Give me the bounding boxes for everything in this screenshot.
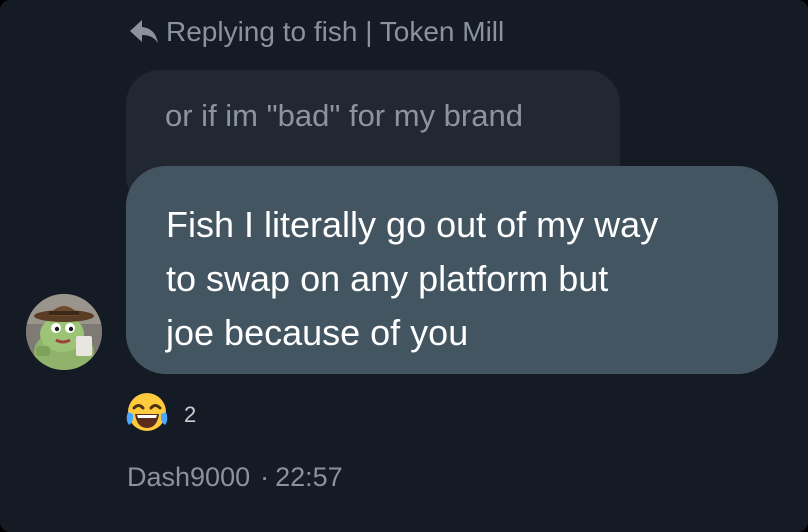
message-meta: Dash9000 · 22:57 [127, 462, 343, 493]
reaction-count: 2 [184, 401, 197, 427]
reply-arrow-icon [128, 18, 160, 46]
message-time: 22:57 [275, 462, 343, 492]
message-bubble[interactable]: Fish I literally go out of my way to swa… [126, 166, 778, 374]
author-name[interactable]: Dash9000 [127, 462, 250, 493]
message-line: Fish I literally go out of my way [166, 204, 659, 245]
laughing-crying-emoji-icon [124, 390, 170, 439]
reply-header[interactable]: Replying to fish | Token Mill [128, 14, 504, 50]
reply-header-text: Replying to fish | Token Mill [166, 16, 505, 47]
avatar[interactable] [26, 294, 102, 370]
meta-separator: · [260, 462, 270, 492]
message-line: to swap on any platform but [166, 258, 609, 299]
reaction-pill[interactable]: 2 [124, 390, 196, 439]
quoted-message-text: or if im "bad" for my brand [165, 98, 523, 133]
chat-screen: Replying to fish | Token Mill or if im "… [0, 0, 808, 532]
message-line: joe because of you [166, 312, 469, 353]
